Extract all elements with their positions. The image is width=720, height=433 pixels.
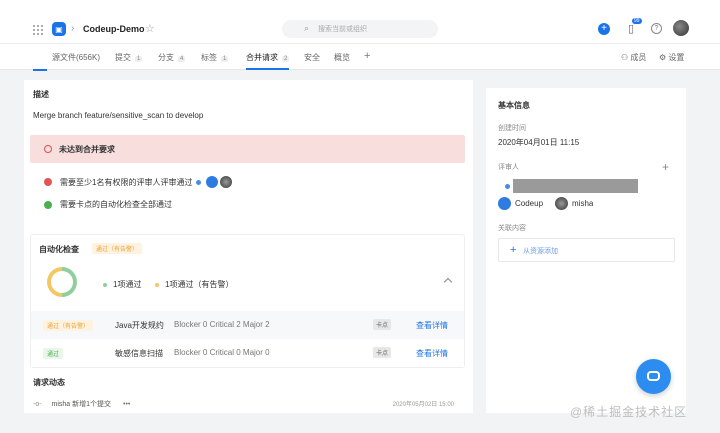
check-text: 需要至少1名有权限的评审人评审通过 [60,177,193,187]
reviewer-misha[interactable]: misha [555,197,593,210]
status-badge: 通过（有告警） [43,320,94,331]
status-badge: 通过 [43,348,64,359]
check-automation: 需要卡点的自动化检查全部通过 [44,199,172,210]
add-tab-icon[interactable]: + [364,50,370,62]
notification-badge: 99 [632,18,642,24]
status-dot-icon [505,184,510,189]
tab-files[interactable]: 源文件(656K) [52,52,100,63]
warning-icon [44,145,52,153]
status-dot-icon [196,179,202,185]
app-grid-icon[interactable] [33,25,43,35]
status-badge: 通过（有告警） [92,243,143,254]
activity-time: 2020年05月02日 15:00 [392,402,454,408]
tab-commits[interactable]: 提交 1 [115,52,143,63]
add-resource-button[interactable]: + 从资源添加 [498,238,675,262]
activity-item: -o- misha 新增1个提交 ••• 2020年05月02日 15:00 [33,399,464,409]
chat-fab-button[interactable] [636,359,671,394]
commit-icon: -o- [33,401,42,408]
star-icon[interactable]: ☆ [145,22,155,35]
description-text: Merge branch feature/sensitive_scan to d… [33,111,204,120]
table-row: 通过（有告警） Java开发规约 Blocker 0 Critical 2 Ma… [31,311,464,339]
avatar [206,176,219,188]
created-label: 创建时间 [498,125,526,132]
progress-ring [47,267,77,297]
activity-title: 请求动态 [33,378,65,387]
activity-user[interactable]: misha [52,401,71,408]
redacted-reviewer [513,179,638,193]
legend-pass: 1项通过 [103,279,141,290]
repo-tabs: 源文件(656K) 提交 1 分支 4 标签 1 合并请求 2 安全 概览 + ⚇ 成员… [0,44,720,70]
search-input[interactable]: ⌕ 搜索当前或组织 [282,20,438,38]
top-bar: ▣ › Codeup-Demo ☆ ⌕ 搜索当前或组织 + ▯ 99 ? [0,0,720,44]
tab-overview[interactable]: 概览 [334,52,350,63]
view-details-link[interactable]: 查看详情 [416,320,448,331]
tab-branches[interactable]: 分支 4 [158,52,186,63]
avatar [498,197,511,210]
members-link[interactable]: ⚇ 成员 [621,52,646,63]
avatar [555,197,568,210]
activity-action: 新增1个提交 [72,401,112,408]
tab-tags[interactable]: 标签 1 [201,52,229,63]
settings-link[interactable]: ⚙ 设置 [659,52,684,63]
repo-name[interactable]: Codeup-Demo [83,24,145,34]
created-value: 2020年04月01日 11:15 [498,138,580,147]
avatar [220,176,233,188]
help-icon[interactable]: ? [651,23,662,34]
add-reviewer-icon[interactable]: + [662,160,669,174]
gate-chip: 卡点 [373,319,392,330]
user-avatar[interactable] [673,20,689,36]
check-name: 敏感信息扫描 [115,349,163,358]
scroll-indicator [33,69,47,71]
more-icon[interactable]: ••• [123,401,130,408]
legend-warn: 1项通过（有告警） [155,279,233,290]
check-text: 需要卡点的自动化检查全部通过 [60,200,172,209]
tab-security[interactable]: 安全 [304,52,320,63]
search-placeholder: 搜索当前或组织 [318,26,367,33]
merge-warning-banner: 未达到合并要求 [30,135,465,163]
check-reviewer: 需要至少1名有权限的评审人评审通过 [44,176,233,188]
search-icon: ⌕ [304,23,310,33]
pass-icon [44,200,52,209]
codeup-logo-icon[interactable]: ▣ [52,22,66,36]
chat-icon [647,371,660,381]
chevron-right-icon: › [71,23,75,34]
watermark: @稀土掘金技术社区 [570,405,688,419]
check-detail: Blocker 0 Critical 2 Major 2 [174,320,270,329]
reviewer-label: 评审人 [498,164,519,171]
create-plus-icon[interactable]: + [598,23,610,35]
merge-request-main: 描述 Merge branch feature/sensitive_scan t… [24,80,473,413]
automation-card: 自动化检查 通过（有告警） 1项通过 1项通过（有告警） 通过（有告警） Jav… [30,234,465,368]
description-title: 描述 [33,90,49,99]
view-details-link[interactable]: 查看详情 [416,348,448,359]
tab-merge-requests[interactable]: 合并请求 2 [246,52,290,70]
gate-chip: 卡点 [373,347,392,358]
related-label: 关联内容 [498,225,526,232]
fail-icon [44,178,52,186]
warning-text: 未达到合并要求 [59,145,115,154]
table-row: 通过 敏感信息扫描 Blocker 0 Critical 0 Major 0 卡… [31,339,464,367]
check-detail: Blocker 0 Critical 0 Major 0 [174,348,270,357]
collapse-chevron-icon[interactable] [443,277,453,287]
automation-title: 自动化检查 [39,245,79,254]
sidebar-title: 基本信息 [498,101,530,110]
plus-icon: + [510,244,517,256]
check-name: Java开发规约 [115,321,164,330]
reviewer-codeup[interactable]: Codeup [498,197,543,210]
